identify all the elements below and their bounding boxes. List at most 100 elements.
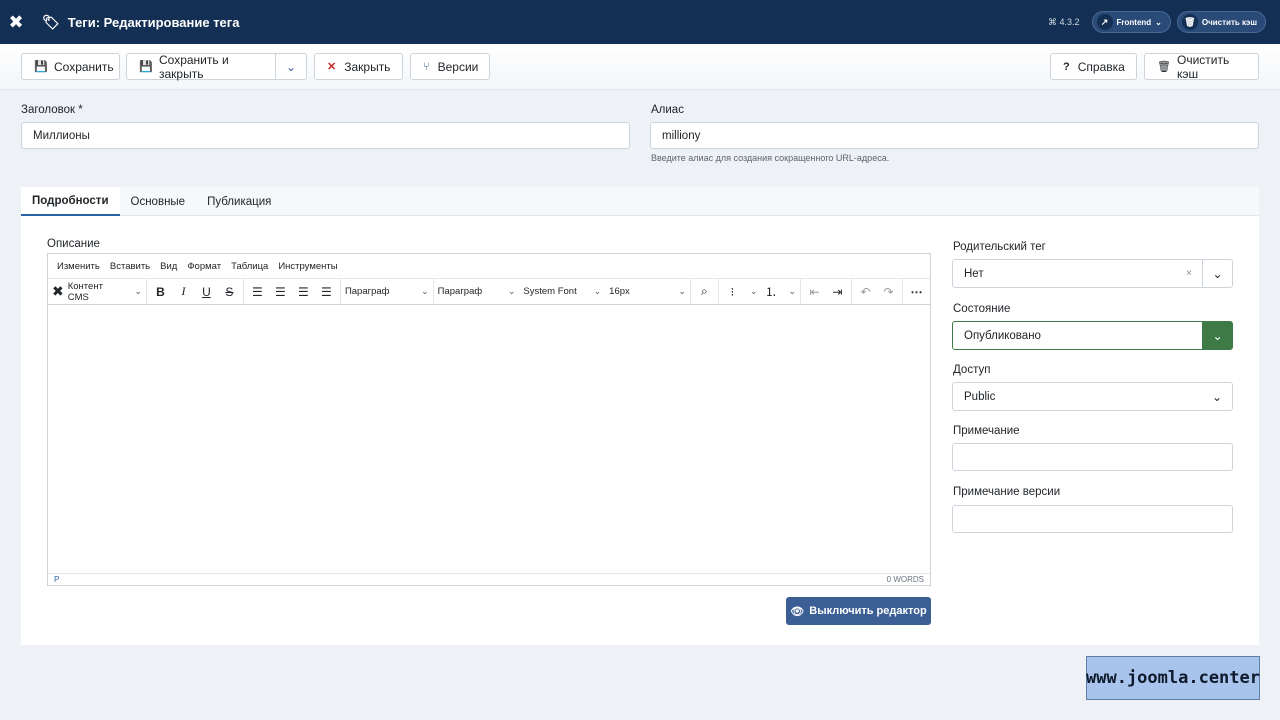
joomla-icon: ✖ — [52, 283, 64, 299]
chevron-down-icon: ⌄ — [1202, 322, 1232, 349]
parent-tag-label: Родительский тег — [953, 241, 1046, 253]
numbered-list-icon[interactable]: ⒈ — [761, 282, 780, 302]
indent-group: ⇤ ⇥ — [801, 278, 852, 305]
chevron-down-icon[interactable]: ⌄ — [750, 286, 758, 297]
bold-icon[interactable]: B — [151, 282, 170, 302]
redo-icon[interactable]: ↷ — [879, 282, 898, 302]
chevron-down-icon: ⌄ — [421, 286, 429, 296]
italic-icon[interactable]: I — [174, 282, 193, 302]
tab-card: Подробности Основные Публикация Описание… — [21, 187, 1259, 645]
more-group: ⋯ — [903, 279, 930, 305]
strikethrough-icon[interactable]: S — [220, 282, 239, 302]
tab-details[interactable]: Подробности — [21, 187, 120, 216]
menu-table[interactable]: Таблица — [231, 261, 268, 272]
alias-hint: Введите алиас для создания сокращенного … — [651, 153, 890, 163]
undo-icon[interactable]: ↶ — [856, 282, 875, 302]
tab-list: Подробности Основные Публикация — [21, 187, 1259, 216]
trash-icon: 🗑 — [1181, 14, 1198, 30]
close-icon: ✕ — [327, 61, 337, 73]
menu-view[interactable]: Вид — [160, 261, 177, 272]
access-label: Доступ — [953, 364, 991, 376]
state-select[interactable]: Опубликовано ⌄ — [952, 321, 1233, 350]
question-icon: ? — [1063, 60, 1070, 73]
parent-tag-select[interactable]: Нет × ⌄ — [952, 259, 1233, 288]
clear-cache-button[interactable]: 🗑 Очистить кэш — [1144, 53, 1259, 81]
save-icon: 💾 — [139, 61, 153, 73]
editor-content-area[interactable] — [48, 306, 930, 573]
clear-icon[interactable]: × — [1186, 268, 1192, 279]
outdent-icon[interactable]: ⇤ — [805, 282, 824, 302]
chevron-down-icon: ⌄ — [1211, 389, 1223, 404]
rich-text-editor: Изменить Вставить Вид Формат Таблица Инс… — [47, 253, 931, 586]
state-label: Состояние — [953, 303, 1011, 315]
external-link-icon: ↗ — [1096, 14, 1113, 30]
editor-format-toolbar: ✖ Контент CMS ⌄ B I U S ☰ ☰ ☰ ☰ Параграф… — [48, 278, 930, 305]
menu-insert[interactable]: Вставить — [110, 261, 150, 272]
eye-icon: 👁 — [790, 605, 805, 618]
chevron-down-icon: ⌄ — [134, 286, 142, 296]
note-label: Примечание — [953, 425, 1020, 437]
block-format-select-1[interactable]: Параграф ⌄ — [341, 278, 434, 305]
search-icon[interactable]: ⌕ — [695, 282, 714, 302]
versions-button[interactable]: ⑂ Версии — [410, 53, 490, 80]
menu-edit[interactable]: Изменить — [57, 261, 100, 272]
page-title-text: Теги: Редактирование тега — [67, 14, 240, 30]
align-left-icon[interactable]: ☰ — [248, 282, 267, 302]
tag-icon: 🏷 — [42, 13, 60, 30]
chevron-down-icon: ⌄ — [1202, 260, 1232, 287]
page-title: 🏷 Теги: Редактирование тега — [42, 14, 239, 31]
chevron-down-icon: ⌄ — [1155, 17, 1162, 27]
search-group: ⌕ — [691, 278, 719, 305]
block-format-select-2[interactable]: Параграф ⌄ — [434, 279, 520, 305]
menu-format[interactable]: Формат — [187, 261, 221, 272]
align-center-icon[interactable]: ☰ — [271, 282, 290, 302]
title-label: Заголовок * — [21, 104, 83, 116]
version-note-input[interactable] — [952, 505, 1233, 533]
joomla-logo-icon[interactable]: ✖ — [0, 0, 32, 44]
tab-options[interactable]: Основные — [120, 187, 197, 216]
element-path[interactable]: P — [54, 575, 59, 584]
more-icon[interactable]: ⋯ — [907, 282, 926, 302]
toggle-editor-button[interactable]: 👁 Выключить редактор — [786, 597, 931, 625]
alias-input[interactable]: milliony — [650, 122, 1259, 149]
top-header: ✖ 🏷 Теги: Редактирование тега ⌘ 4.3.2 ↗ … — [0, 0, 1280, 44]
alignment-group: ☰ ☰ ☰ ☰ — [244, 278, 341, 305]
history-group: ↶ ↷ — [852, 278, 903, 305]
save-close-button[interactable]: 💾 Сохранить и закрыть — [126, 53, 276, 81]
menu-tools[interactable]: Инструменты — [278, 261, 337, 272]
title-input[interactable]: Миллионы — [21, 122, 630, 149]
action-toolbar: 💾 Сохранить 💾 Сохранить и закрыть ⌄ ✕ За… — [0, 44, 1280, 90]
save-icon: 💾 — [34, 61, 48, 73]
font-size-select[interactable]: 16px ⌄ — [605, 278, 691, 305]
chevron-down-icon: ⌄ — [678, 286, 686, 296]
save-options-dropdown[interactable]: ⌄ — [275, 53, 307, 80]
tab-publishing[interactable]: Публикация — [196, 187, 282, 216]
font-family-select[interactable]: System Font ⌄ — [519, 279, 605, 305]
header-clear-cache-button[interactable]: 🗑 Очистить кэш — [1176, 11, 1266, 33]
list-group: ⁝ ⌄ ⒈ ⌄ — [719, 278, 801, 305]
watermark: www.joomla.center — [1086, 656, 1260, 700]
chevron-down-icon: ⌄ — [507, 286, 516, 296]
bullet-list-icon[interactable]: ⁝ — [723, 282, 742, 302]
save-button[interactable]: 💾 Сохранить — [21, 53, 120, 80]
note-input[interactable] — [952, 443, 1233, 471]
chevron-down-icon: ⌄ — [593, 286, 602, 296]
help-button[interactable]: ? Справка — [1050, 53, 1137, 80]
description-label: Описание — [47, 238, 100, 250]
align-right-icon[interactable]: ☰ — [294, 282, 313, 302]
version-note-label: Примечание версии — [953, 486, 1061, 498]
version-label: ⌘ 4.3.2 — [1047, 16, 1080, 27]
indent-icon[interactable]: ⇥ — [828, 282, 847, 302]
frontend-button[interactable]: ↗ Frontend ⌄ — [1091, 11, 1171, 33]
chevron-down-icon: ⌄ — [285, 59, 297, 74]
cms-content-button[interactable]: ✖ Контент CMS ⌄ — [48, 278, 147, 305]
editor-statusbar: P 0 WORDS — [48, 573, 930, 585]
text-style-group: B I U S — [147, 278, 244, 305]
chevron-down-icon[interactable]: ⌄ — [788, 286, 796, 297]
close-button[interactable]: ✕ Закрыть — [314, 53, 403, 80]
code-branch-icon: ⑂ — [423, 60, 430, 73]
word-count: 0 WORDS — [886, 575, 924, 584]
underline-icon[interactable]: U — [197, 282, 216, 302]
access-select[interactable]: Public ⌄ — [952, 382, 1233, 411]
align-justify-icon[interactable]: ☰ — [317, 282, 336, 302]
